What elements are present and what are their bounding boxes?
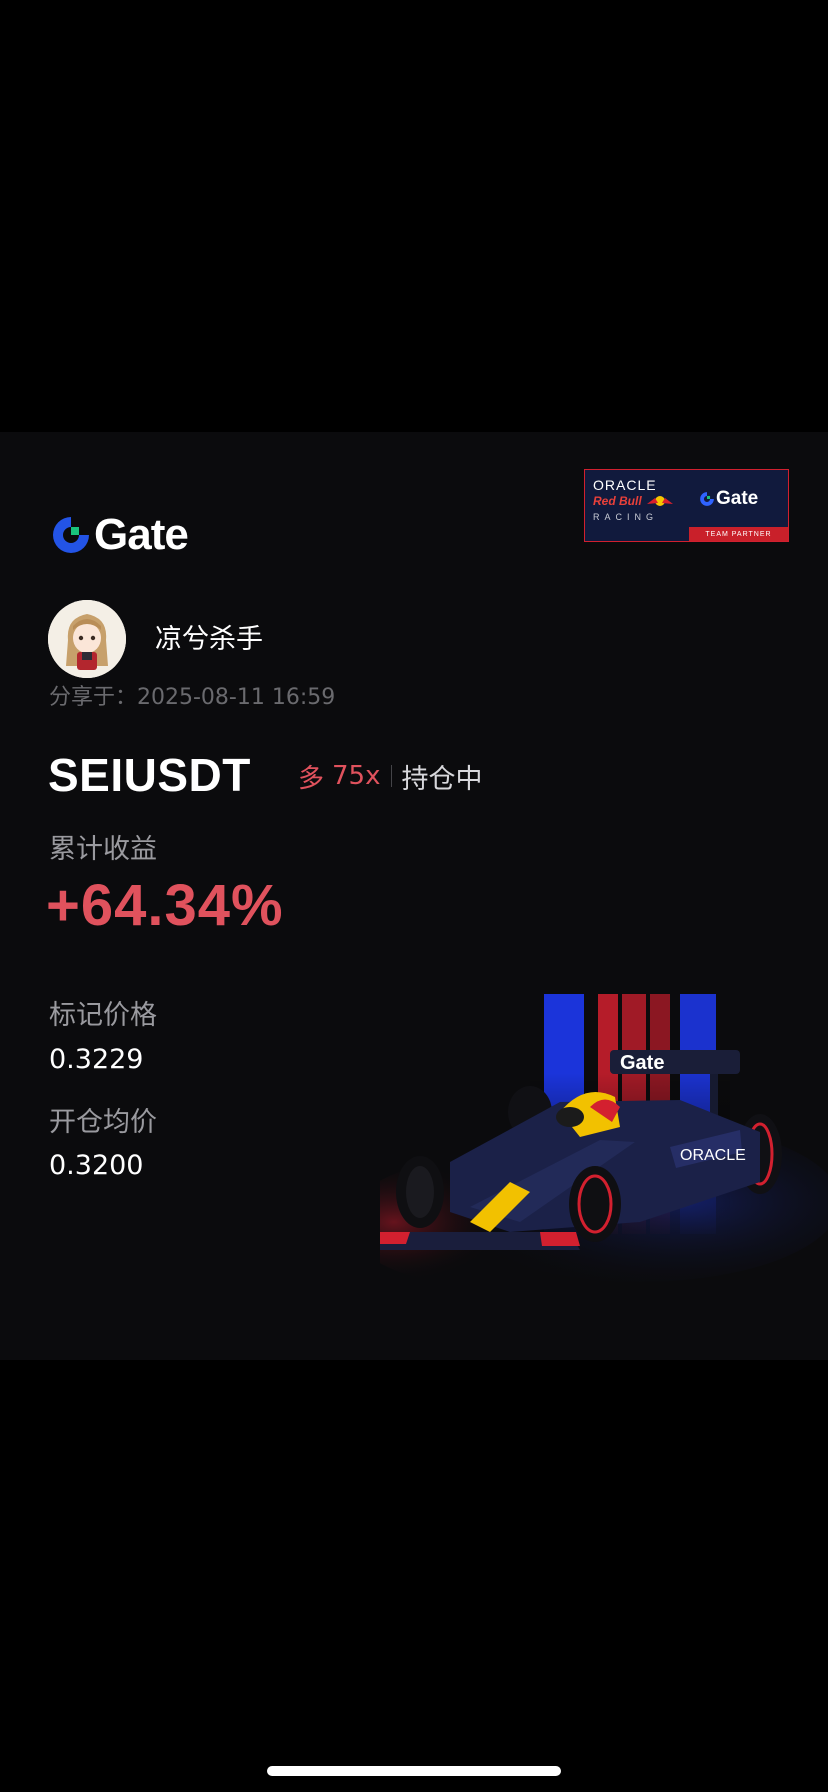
red-bull-icon bbox=[646, 496, 673, 506]
mark-price-value: 0.3229 bbox=[49, 1044, 144, 1075]
svg-text:Gate: Gate bbox=[620, 1052, 664, 1074]
tag-divider bbox=[390, 765, 392, 787]
position-status: 持仓中 bbox=[401, 763, 483, 795]
gate-logo-icon bbox=[53, 517, 89, 553]
home-indicator[interactable] bbox=[267, 1766, 561, 1776]
entry-price-label: 开仓均价 bbox=[49, 1107, 157, 1138]
screen: Gate ORACLE Red Bull RACING Gate TEAM PA… bbox=[0, 0, 828, 1792]
cumulative-pnl-value: +64.34% bbox=[46, 873, 284, 938]
gate-badge-icon bbox=[700, 492, 714, 506]
position-tags: 多 75x 持仓中 bbox=[298, 758, 483, 795]
position-side: 多 bbox=[298, 763, 325, 794]
username: 凉兮杀手 bbox=[155, 624, 263, 655]
avatar-image bbox=[48, 600, 126, 678]
mark-price-label: 标记价格 bbox=[49, 1000, 157, 1031]
gate-badge-text: Gate bbox=[716, 488, 759, 509]
gate-logo: Gate bbox=[50, 510, 189, 560]
avatar bbox=[48, 600, 126, 678]
svg-text:ORACLE: ORACLE bbox=[680, 1147, 746, 1164]
team-partner-label: TEAM PARTNER bbox=[689, 527, 788, 541]
cumulative-pnl-label: 累计收益 bbox=[49, 834, 157, 865]
oracle-text: ORACLE bbox=[593, 477, 657, 493]
red-bull-text: Red Bull bbox=[593, 494, 642, 508]
entry-price-value: 0.3200 bbox=[49, 1150, 144, 1181]
leverage: 75x bbox=[332, 761, 381, 791]
racing-text: RACING bbox=[593, 512, 659, 522]
trading-pair: SEIUSDT bbox=[48, 749, 251, 801]
f1-car-image: Gate ORACLE bbox=[380, 982, 828, 1282]
share-card: Gate ORACLE Red Bull RACING Gate TEAM PA… bbox=[0, 432, 828, 1360]
oracle-redbull-racing-logo: ORACLE Red Bull RACING bbox=[593, 477, 697, 524]
share-timestamp: 分享于：2025-08-11 16:59 bbox=[49, 685, 336, 710]
team-partner-badge: ORACLE Red Bull RACING Gate TEAM PARTNER bbox=[584, 469, 789, 542]
gate-logo-text: Gate bbox=[94, 510, 189, 559]
